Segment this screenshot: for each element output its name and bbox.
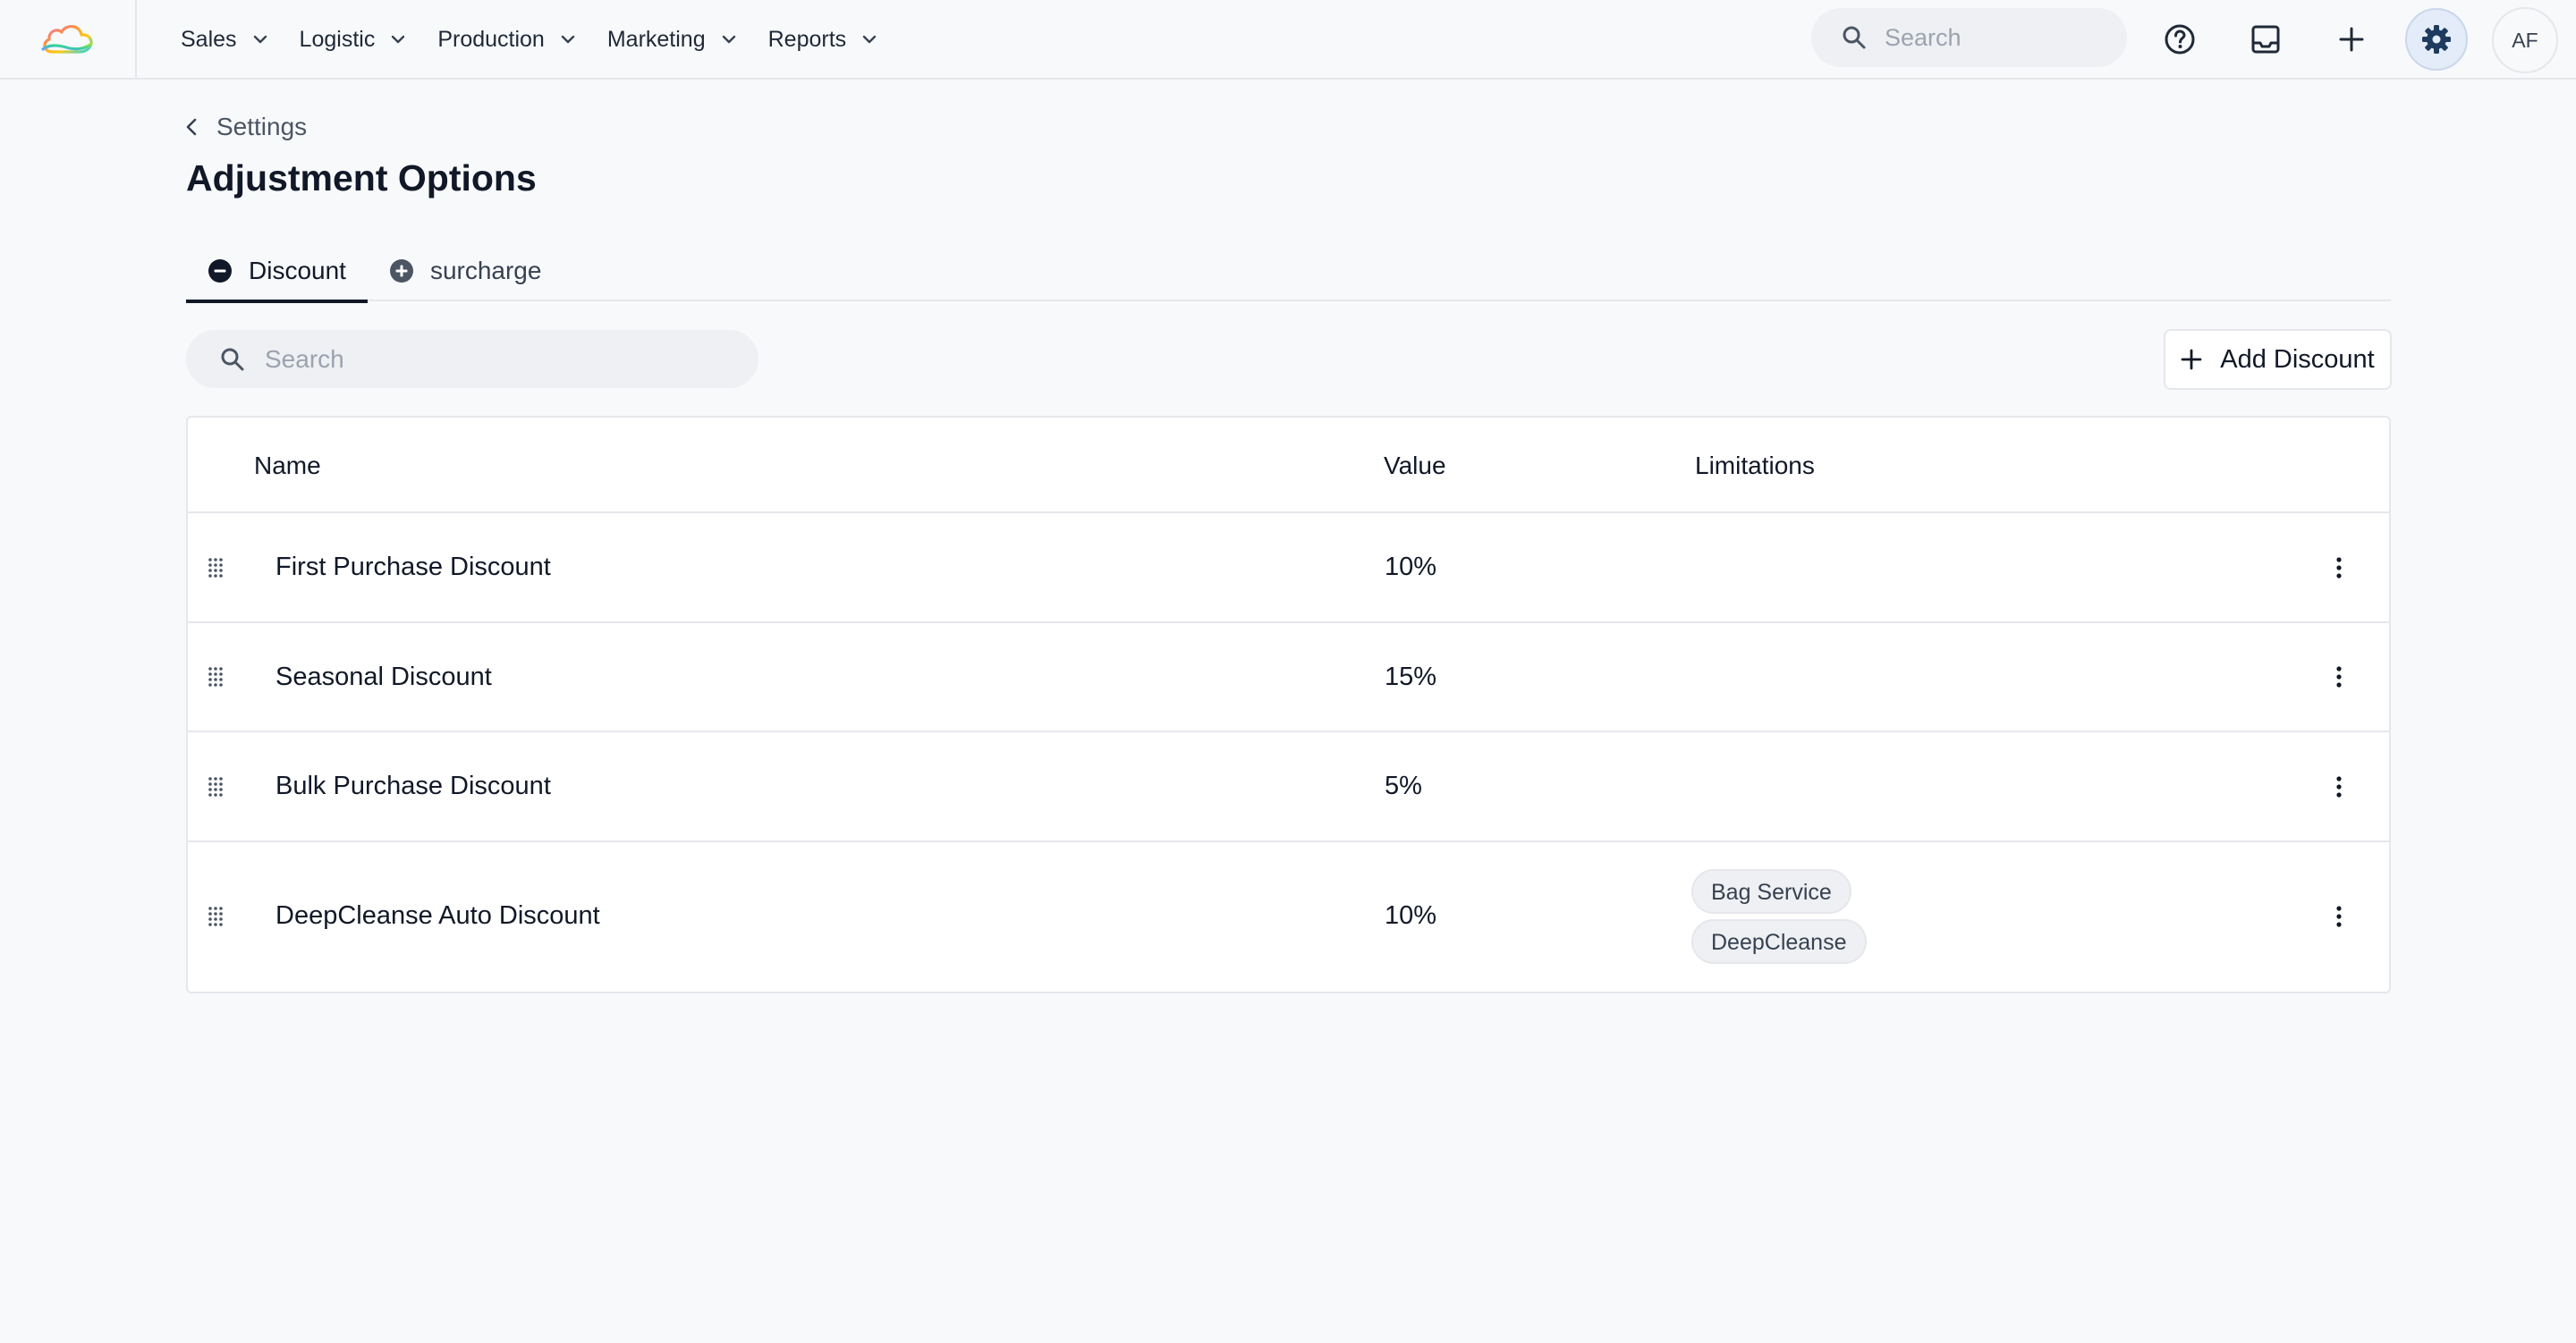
minus-circle-icon (208, 258, 233, 283)
plus-circle-icon (389, 258, 414, 283)
tab-discount[interactable]: Discount (186, 243, 368, 303)
create-button[interactable] (2320, 8, 2383, 71)
plus-icon (2339, 27, 2364, 52)
global-search[interactable] (1811, 8, 2127, 67)
row-value: 10% (1385, 901, 1437, 930)
nav-production[interactable]: Production (437, 0, 575, 79)
more-options-icon[interactable] (2326, 513, 2352, 621)
table-row[interactable]: Seasonal Discount 15% (188, 623, 2389, 732)
chevron-down-icon (862, 35, 877, 44)
nav-label: Logistic (299, 26, 376, 52)
breadcrumb-label: Settings (216, 113, 308, 140)
nav-sales[interactable]: Sales (181, 0, 267, 79)
page-title: Adjustment Options (186, 157, 537, 198)
nav-label: Reports (767, 26, 847, 52)
discount-search-input[interactable] (265, 344, 730, 374)
table-row[interactable]: Bulk Purchase Discount 5% (188, 732, 2389, 842)
drag-handle-icon[interactable] (208, 513, 224, 621)
inbox-button[interactable] (2234, 8, 2297, 71)
nav-label: Sales (181, 26, 237, 52)
tab-surcharge[interactable]: surcharge (368, 243, 564, 301)
table-header: Name Value Limitations (188, 418, 2389, 513)
plus-icon (2181, 349, 2202, 370)
chevron-down-icon (561, 35, 575, 44)
search-icon (1842, 25, 1867, 50)
column-header-value: Value (1384, 451, 1446, 479)
breadcrumb-back-link[interactable]: Settings (186, 109, 307, 145)
column-header-limitations: Limitations (1695, 451, 1815, 479)
chevron-down-icon (391, 35, 405, 44)
add-discount-label: Add Discount (2220, 344, 2375, 374)
nav-label: Marketing (606, 26, 706, 52)
global-search-input[interactable] (1885, 23, 2099, 52)
help-circle-icon (2165, 24, 2195, 55)
row-name: First Purchase Discount (275, 553, 551, 581)
inbox-icon (2251, 25, 2280, 54)
limitation-chip: DeepCleanse (1691, 918, 1867, 964)
chevron-left-icon (186, 118, 197, 136)
nav-reports[interactable]: Reports (768, 0, 877, 79)
adjustment-tabs: Discount surcharge (186, 243, 2391, 303)
table-row[interactable]: First Purchase Discount 10% (188, 513, 2389, 623)
row-value: 10% (1385, 553, 1437, 581)
row-name: Seasonal Discount (275, 662, 492, 691)
more-options-icon[interactable] (2326, 623, 2352, 731)
tab-label: Discount (249, 256, 346, 284)
drag-handle-icon[interactable] (208, 732, 224, 840)
nav-marketing[interactable]: Marketing (607, 0, 736, 79)
app-logo[interactable] (0, 0, 137, 79)
drag-handle-icon[interactable] (208, 623, 224, 731)
chevron-down-icon (253, 35, 267, 44)
nav-logistic[interactable]: Logistic (300, 0, 406, 79)
help-button[interactable] (2148, 8, 2211, 71)
discount-search[interactable] (186, 330, 758, 388)
nav-label: Production (437, 26, 545, 52)
more-options-icon[interactable] (2326, 732, 2352, 840)
row-value: 15% (1385, 662, 1437, 691)
row-name: DeepCleanse Auto Discount (275, 901, 600, 930)
table-row[interactable]: DeepCleanse Auto Discount 10% Bag Servic… (188, 842, 2389, 990)
column-header-name: Name (254, 451, 321, 479)
user-avatar[interactable]: AF (2492, 7, 2558, 73)
row-value: 5% (1385, 772, 1422, 800)
search-icon (220, 347, 245, 372)
discount-table: Name Value Limitations First Purchase Di… (186, 416, 2391, 993)
avatar-initials: AF (2512, 28, 2538, 52)
more-options-icon[interactable] (2326, 842, 2352, 990)
drag-handle-icon[interactable] (208, 842, 224, 990)
limitation-chip: Bag Service (1691, 868, 1852, 914)
add-discount-button[interactable]: Add Discount (2164, 329, 2392, 390)
chevron-down-icon (722, 35, 736, 44)
row-name: Bulk Purchase Discount (275, 772, 551, 800)
limitations-list: Bag Service DeepCleanse (1691, 842, 1867, 990)
settings-button[interactable] (2405, 8, 2468, 71)
gear-icon (2422, 25, 2451, 54)
top-navbar: Sales Logistic Production Marketing Repo… (0, 0, 2576, 80)
main-nav: Sales Logistic Production Marketing Repo… (181, 0, 909, 79)
cloud-logo-icon (40, 25, 93, 54)
tab-label: surcharge (429, 256, 542, 284)
